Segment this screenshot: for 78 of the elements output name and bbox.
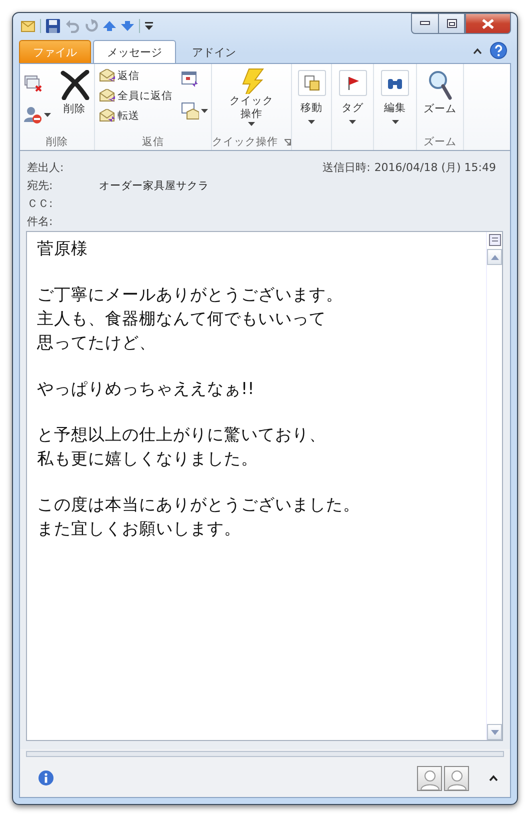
maximize-icon xyxy=(446,19,456,28)
delete-button[interactable]: 削除 xyxy=(56,68,92,118)
expand-icon[interactable] xyxy=(489,775,498,781)
minimize-icon xyxy=(420,21,430,26)
envelope-arrow-icon xyxy=(98,89,116,103)
ribbon-button[interactable]: 全員に返信 xyxy=(96,88,174,104)
group-label: クイック操作 xyxy=(212,135,278,149)
save-icon[interactable] xyxy=(46,19,60,33)
flag-icon xyxy=(346,76,360,90)
ribbon-button[interactable]: 返信 xyxy=(96,68,142,84)
binoculars-icon xyxy=(387,76,403,90)
scrollbar[interactable] xyxy=(486,232,502,740)
message-line: やっぱりめっちゃええなぁ!! xyxy=(37,378,256,400)
field-value: 2016/04/18 (月) 15:49 xyxy=(374,160,496,175)
info-icon[interactable] xyxy=(38,770,54,786)
ribbon-tab[interactable]: メッセージ xyxy=(93,40,176,64)
person-silhouette-icon xyxy=(420,768,440,790)
message-line: この度は本当にありがとうございました。 xyxy=(37,494,361,516)
scroll-up-button[interactable] xyxy=(487,249,502,265)
maximize-button[interactable] xyxy=(439,13,465,34)
contact-photo[interactable] xyxy=(417,766,442,790)
field-value: オーダー家具屋サクラ xyxy=(99,178,209,192)
field-label: ＣＣ: xyxy=(27,196,54,211)
move-icon xyxy=(304,75,320,91)
message-line: また宜しくお願いします。 xyxy=(37,518,242,540)
more-respond-button[interactable] xyxy=(178,100,210,122)
up-arrow-icon xyxy=(490,254,498,260)
caret-icon xyxy=(200,109,208,113)
person-silhouette-icon xyxy=(446,768,466,790)
ribbon-tab[interactable]: アドイン xyxy=(178,41,250,63)
ribbon-button[interactable]: 編集 xyxy=(378,68,412,126)
field-label: 送信日時: xyxy=(322,160,370,175)
message-line: 私も更に嬉しくなりました。 xyxy=(37,448,259,470)
mail-icon xyxy=(21,20,35,32)
scroll-down-button[interactable] xyxy=(487,724,502,740)
caret-icon xyxy=(392,120,398,124)
contact-photo[interactable] xyxy=(444,766,469,790)
ribbon-button[interactable]: 転送 xyxy=(96,108,142,124)
zoom-button[interactable]: ズーム xyxy=(420,68,460,118)
quick-steps-label: クイック操作 xyxy=(229,95,274,121)
ribbon-button[interactable]: タグ xyxy=(336,68,370,126)
junk-button[interactable] xyxy=(22,104,52,126)
up-arrow-icon[interactable] xyxy=(103,21,116,31)
caret-icon xyxy=(308,120,315,124)
caret-icon xyxy=(44,113,50,117)
message-line: ご丁寧にメールありがとうございます。 xyxy=(37,284,344,306)
close-button[interactable] xyxy=(465,13,511,34)
caret-icon xyxy=(349,120,356,124)
message-line: 思ってたけど、 xyxy=(37,332,157,354)
pane-icon[interactable] xyxy=(488,234,500,246)
collapse-ribbon-icon[interactable] xyxy=(473,48,482,54)
person-block-icon xyxy=(24,106,42,124)
field-label: 宛先: xyxy=(27,178,54,193)
calendar-icon xyxy=(180,70,198,88)
group-label: ズーム xyxy=(424,135,456,149)
group-label: 削除 xyxy=(46,135,68,149)
customize-icon[interactable] xyxy=(145,22,153,30)
envelope-arrow-icon xyxy=(98,69,116,83)
group-label: 返信 xyxy=(142,135,164,149)
minimize-button[interactable] xyxy=(411,13,439,34)
magnifier-icon xyxy=(428,70,452,100)
message-line: 菅原様 xyxy=(37,238,89,260)
quick-steps-button[interactable]: クイック操作 xyxy=(226,68,277,126)
envelope-stack-icon xyxy=(24,74,42,92)
down-arrow-icon xyxy=(490,730,498,734)
calendar-envelope-icon xyxy=(180,102,198,120)
envelope-arrow-icon xyxy=(98,109,116,123)
message-line: 主人も、食器棚なんて何でもいいって xyxy=(37,308,327,330)
help-icon[interactable] xyxy=(490,42,507,59)
down-arrow-icon[interactable] xyxy=(121,21,134,31)
message-line: と予想以上の仕上がりに驚いており、 xyxy=(37,424,327,446)
field-label: 件名: xyxy=(27,214,54,229)
x-icon xyxy=(60,70,90,100)
field-label: 差出人: xyxy=(27,160,65,175)
dialog-launcher-icon[interactable] xyxy=(284,138,291,146)
ribbon-button[interactable]: 移動 xyxy=(294,68,328,126)
dropdown-caret-icon xyxy=(248,122,255,126)
close-icon xyxy=(482,18,494,28)
